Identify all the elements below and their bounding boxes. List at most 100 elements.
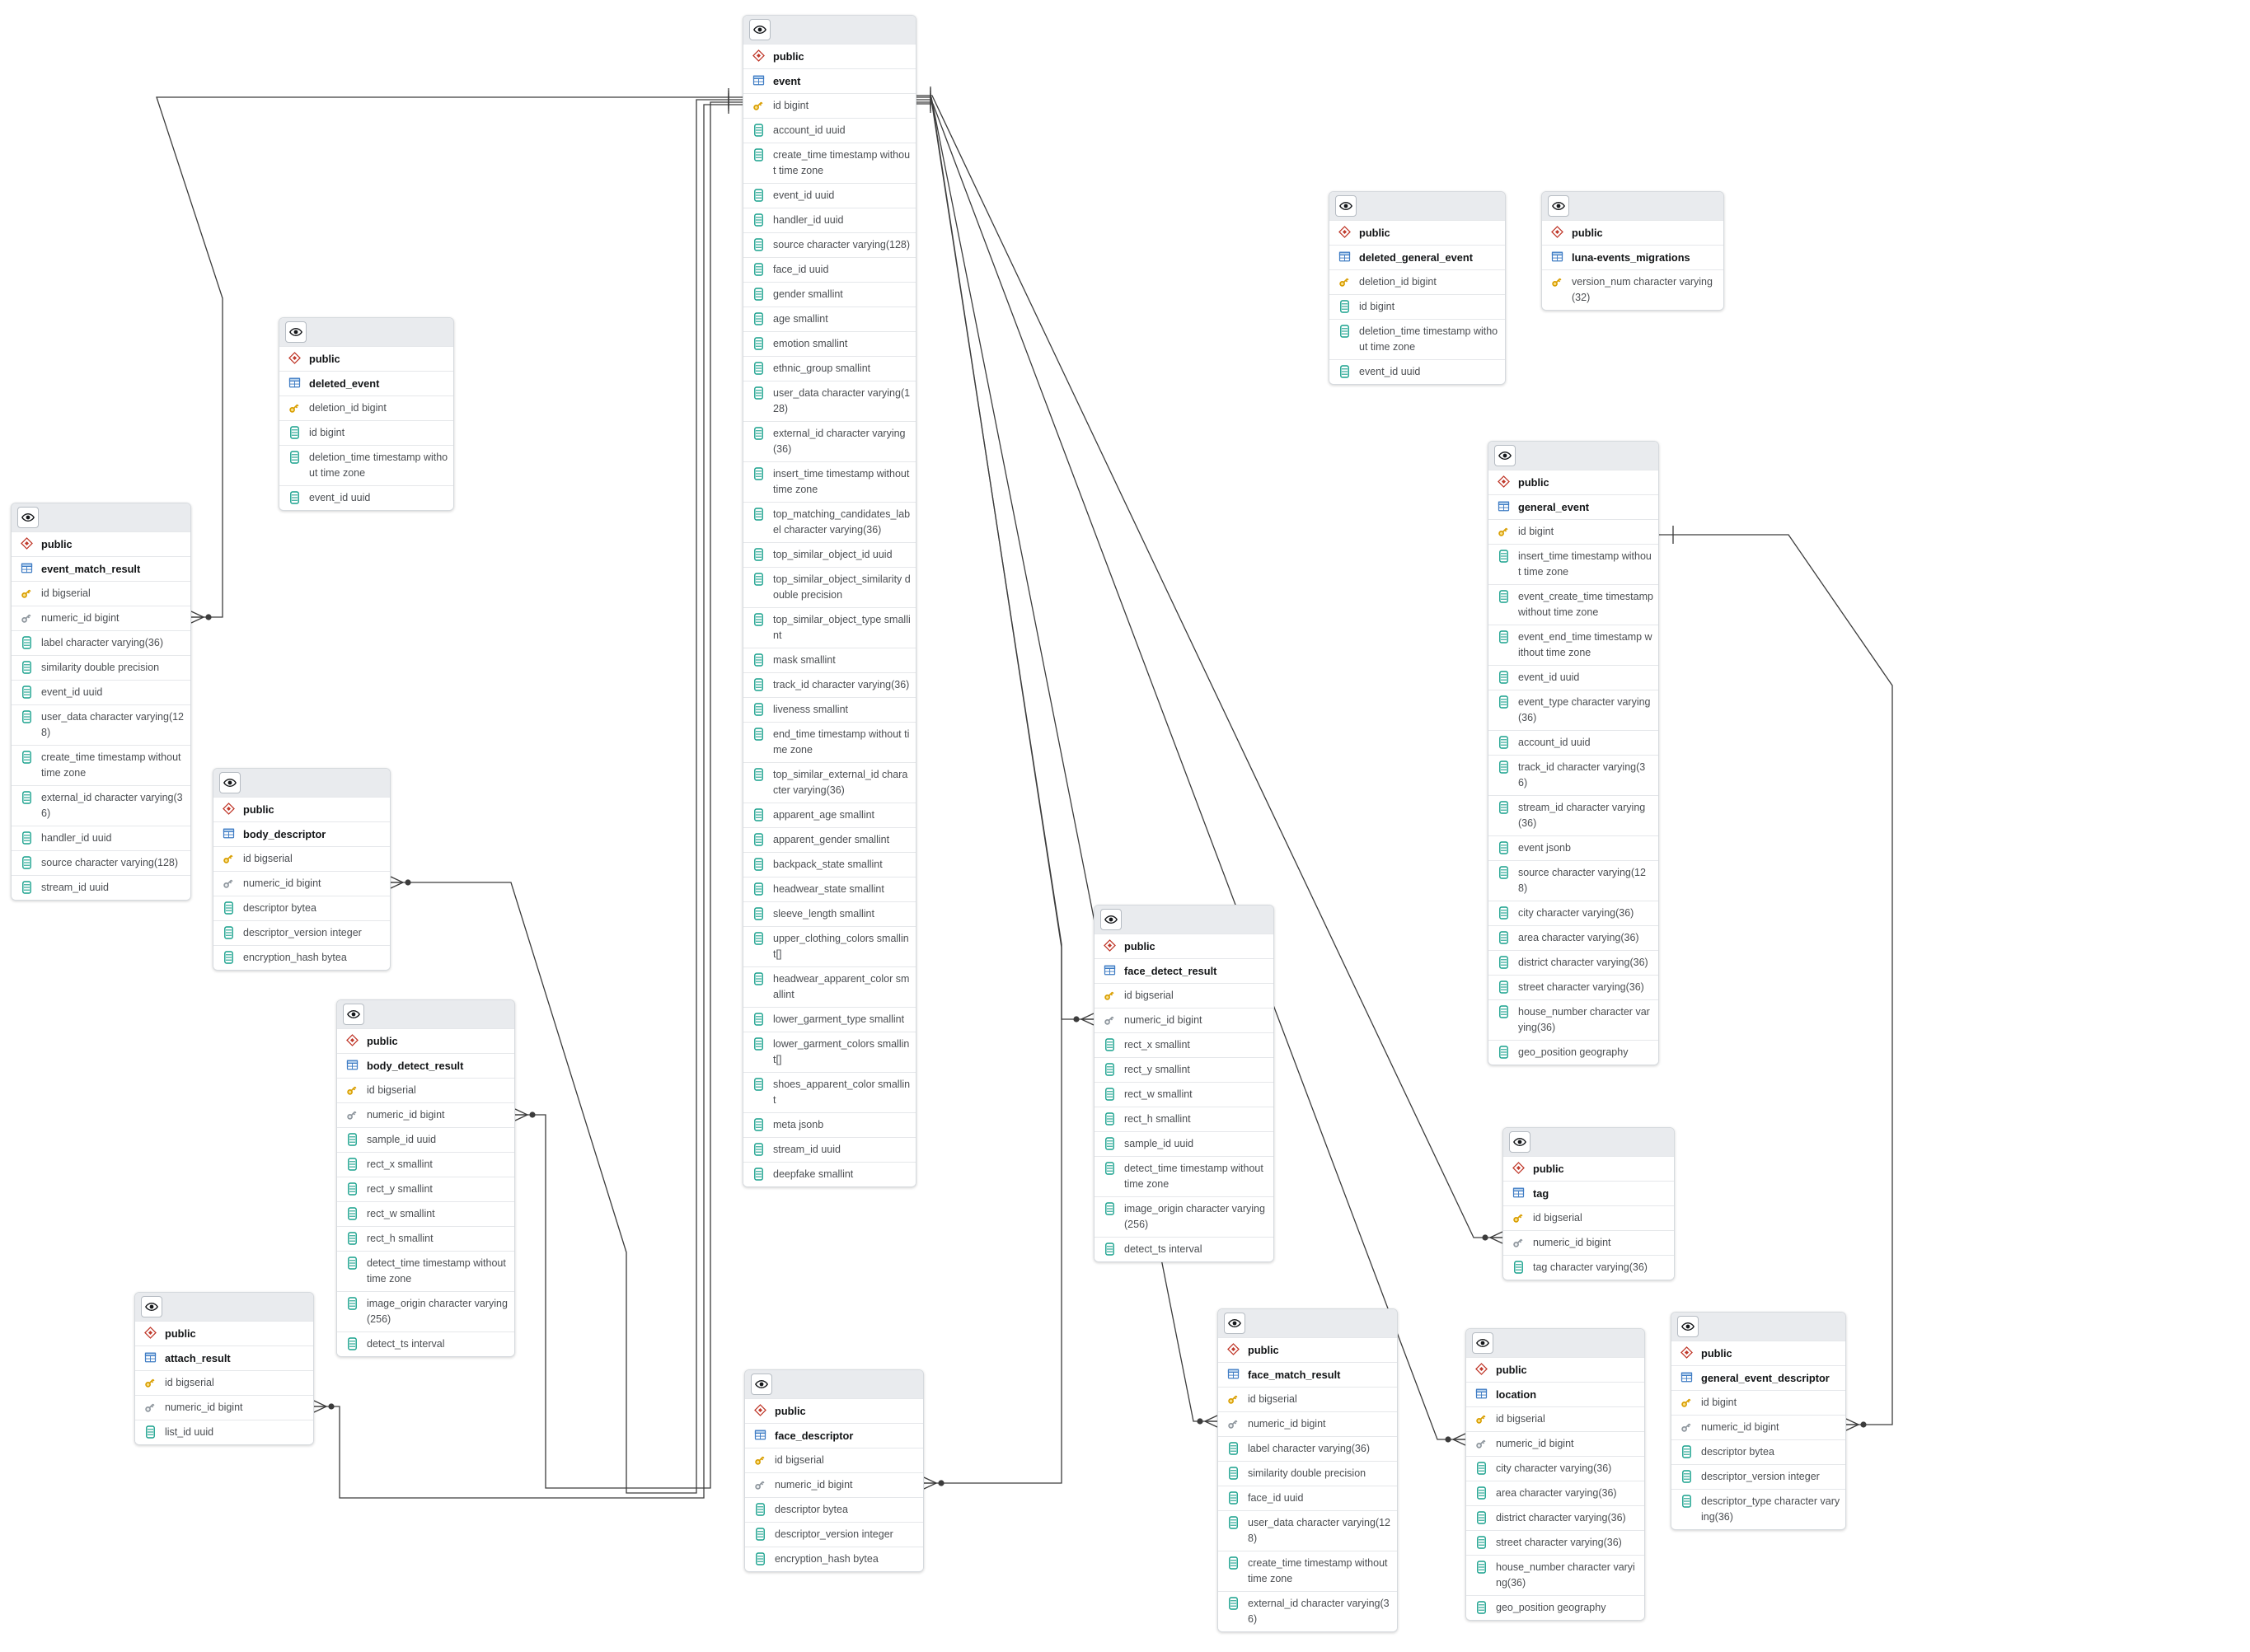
table-body_descriptor[interactable]: public body_descriptor id bigserial numeric… bbox=[213, 768, 391, 971]
column-row: account_id uuid bbox=[743, 118, 916, 143]
column-row-label: id bigint bbox=[309, 427, 345, 438]
table-face_detect_result[interactable]: public face_detect_result id bigserial nume… bbox=[1094, 905, 1274, 1262]
table-deleted_event[interactable]: public deleted_event deletion_id bigint id … bbox=[279, 317, 454, 511]
column-row-label: street character varying(36) bbox=[1496, 1537, 1622, 1548]
schema-diamond-icon bbox=[753, 1404, 766, 1416]
table-luna-events_migrations[interactable]: public luna-events_migrations version_num … bbox=[1541, 191, 1724, 311]
column-row-label: event_type character varying(36) bbox=[1518, 696, 1651, 723]
foreign-key-column-row: numeric_id bigint bbox=[12, 606, 190, 630]
table-face_match_result[interactable]: public face_match_result id bigserial numer… bbox=[1217, 1308, 1398, 1632]
primary-key-column-row-label: id bigint bbox=[1701, 1397, 1737, 1408]
table-tag[interactable]: public tag id bigserial numeric_id bigint ta… bbox=[1502, 1127, 1675, 1280]
primary-key-column-row-label: version_num character varying(32) bbox=[1572, 276, 1713, 303]
column-row-label: track_id character varying(36) bbox=[773, 679, 910, 690]
column-icon bbox=[347, 1257, 357, 1270]
column-row-label: event_id uuid bbox=[773, 190, 835, 201]
column-row: stream_id uuid bbox=[12, 875, 190, 900]
primary-key-column-row: version_num character varying(32) bbox=[1542, 269, 1723, 310]
primary-key-column-row: id bigserial bbox=[12, 581, 190, 606]
toggle-columns-eye-button[interactable] bbox=[285, 321, 307, 343]
schema-row-label: public bbox=[309, 353, 340, 365]
column-row-label: emotion smallint bbox=[773, 338, 848, 349]
column-icon bbox=[347, 1337, 357, 1350]
column-row: age smallint bbox=[743, 307, 916, 331]
foreign-key-column-row: numeric_id bigint bbox=[1218, 1411, 1397, 1436]
toggle-columns-eye-button[interactable] bbox=[141, 1296, 162, 1317]
toggle-columns-eye-button[interactable] bbox=[1100, 909, 1122, 930]
table-body_detect_result[interactable]: public body_detect_result id bigserial nume… bbox=[336, 999, 515, 1357]
table-deleted_general_event[interactable]: public deleted_general_event deletion_id b… bbox=[1329, 191, 1506, 385]
column-icon bbox=[347, 1133, 357, 1146]
column-icon bbox=[1498, 630, 1508, 643]
toggle-columns-eye-button[interactable] bbox=[219, 772, 241, 793]
table-event_match_result[interactable]: public event_match_result id bigserial nume… bbox=[11, 503, 191, 901]
toggle-columns-eye-button[interactable] bbox=[1335, 195, 1357, 217]
column-row: mask smallint bbox=[743, 648, 916, 672]
table-attach_result[interactable]: public attach_result id bigserial numeric_i… bbox=[134, 1292, 314, 1445]
toggle-columns-eye-button[interactable] bbox=[749, 19, 771, 40]
column-row: district character varying(36) bbox=[1488, 950, 1658, 975]
toggle-columns-eye-button[interactable] bbox=[1548, 195, 1569, 217]
column-row-label: similarity double precision bbox=[1248, 1467, 1366, 1479]
table-general_event_descriptor[interactable]: public general_event_descriptor id bigint n… bbox=[1671, 1312, 1846, 1530]
table-name-row-label: event bbox=[773, 75, 801, 87]
toggle-columns-eye-button[interactable] bbox=[343, 1004, 364, 1025]
column-row-label: apparent_gender smallint bbox=[773, 834, 890, 845]
table-event[interactable]: public event id bigint account_id uuid creat… bbox=[743, 15, 916, 1187]
toggle-columns-eye-button[interactable] bbox=[1494, 445, 1516, 466]
table-header bbox=[12, 503, 190, 531]
column-row-label: house_number character varying(36) bbox=[1496, 1561, 1635, 1589]
table-header bbox=[1095, 906, 1273, 934]
toggle-columns-eye-button[interactable] bbox=[17, 507, 39, 528]
primary-key-column-row: id bigserial bbox=[1095, 983, 1273, 1008]
column-row-label: event jsonb bbox=[1518, 842, 1571, 854]
column-icon bbox=[21, 881, 31, 894]
table-header bbox=[1671, 1313, 1845, 1341]
column-icon bbox=[753, 148, 763, 161]
column-row: label character varying(36) bbox=[1218, 1436, 1397, 1461]
toggle-columns-eye-button[interactable] bbox=[1224, 1313, 1245, 1334]
toggle-columns-eye-button[interactable] bbox=[1472, 1332, 1493, 1354]
column-icon bbox=[1498, 671, 1508, 684]
column-row: lower_garment_type smallint bbox=[743, 1007, 916, 1032]
schema-row: public bbox=[745, 1398, 923, 1423]
schema-row-label: public bbox=[243, 803, 274, 816]
schema-row: public bbox=[1542, 220, 1723, 245]
column-row: event_id uuid bbox=[279, 485, 453, 510]
toggle-columns-eye-button[interactable] bbox=[751, 1374, 772, 1395]
column-icon bbox=[753, 337, 763, 350]
primary-key-icon bbox=[223, 854, 233, 863]
schema-diamond-icon bbox=[752, 49, 765, 62]
table-name-row-label: body_descriptor bbox=[243, 828, 326, 840]
column-row: rect_y smallint bbox=[1095, 1057, 1273, 1082]
primary-key-icon bbox=[1498, 527, 1508, 536]
column-row: insert_time timestamp without time zone bbox=[743, 461, 916, 502]
table-header bbox=[1542, 192, 1723, 220]
column-row: street character varying(36) bbox=[1488, 975, 1658, 999]
column-row-label: account_id uuid bbox=[1518, 737, 1591, 748]
column-icon bbox=[1476, 1561, 1486, 1574]
table-name-row-label: general_event_descriptor bbox=[1701, 1372, 1830, 1384]
column-row-label: descriptor_type character varying(36) bbox=[1701, 1495, 1840, 1523]
column-icon bbox=[347, 1232, 357, 1245]
table-general_event[interactable]: public general_event id bigint insert_time … bbox=[1488, 441, 1659, 1065]
column-row: rect_h smallint bbox=[337, 1226, 514, 1251]
toggle-columns-eye-button[interactable] bbox=[1677, 1316, 1699, 1337]
column-row-label: rect_w smallint bbox=[367, 1208, 435, 1219]
foreign-key-icon bbox=[21, 614, 31, 623]
foreign-key-column-row-label: numeric_id bigint bbox=[1496, 1438, 1574, 1449]
column-icon bbox=[21, 831, 31, 845]
erd-canvas: public event id bigint account_id uuid creat… bbox=[0, 0, 2250, 1652]
column-row-label: apparent_age smallint bbox=[773, 809, 874, 821]
primary-key-column-row-label: id bigint bbox=[773, 100, 809, 111]
toggle-columns-eye-button[interactable] bbox=[1509, 1131, 1530, 1153]
table-location[interactable]: public location id bigserial numeric_id big… bbox=[1465, 1328, 1645, 1621]
column-icon bbox=[1104, 1162, 1114, 1175]
visibility-eye-icon bbox=[223, 778, 237, 788]
schema-row-label: public bbox=[1496, 1364, 1527, 1376]
primary-key-column-row-label: deletion_id bigint bbox=[309, 402, 387, 414]
table-face_descriptor[interactable]: public face_descriptor id bigserial numeric… bbox=[744, 1369, 924, 1572]
table-name-row: face_descriptor bbox=[745, 1423, 923, 1448]
primary-key-icon bbox=[1228, 1395, 1238, 1404]
schema-diamond-icon bbox=[288, 352, 301, 364]
